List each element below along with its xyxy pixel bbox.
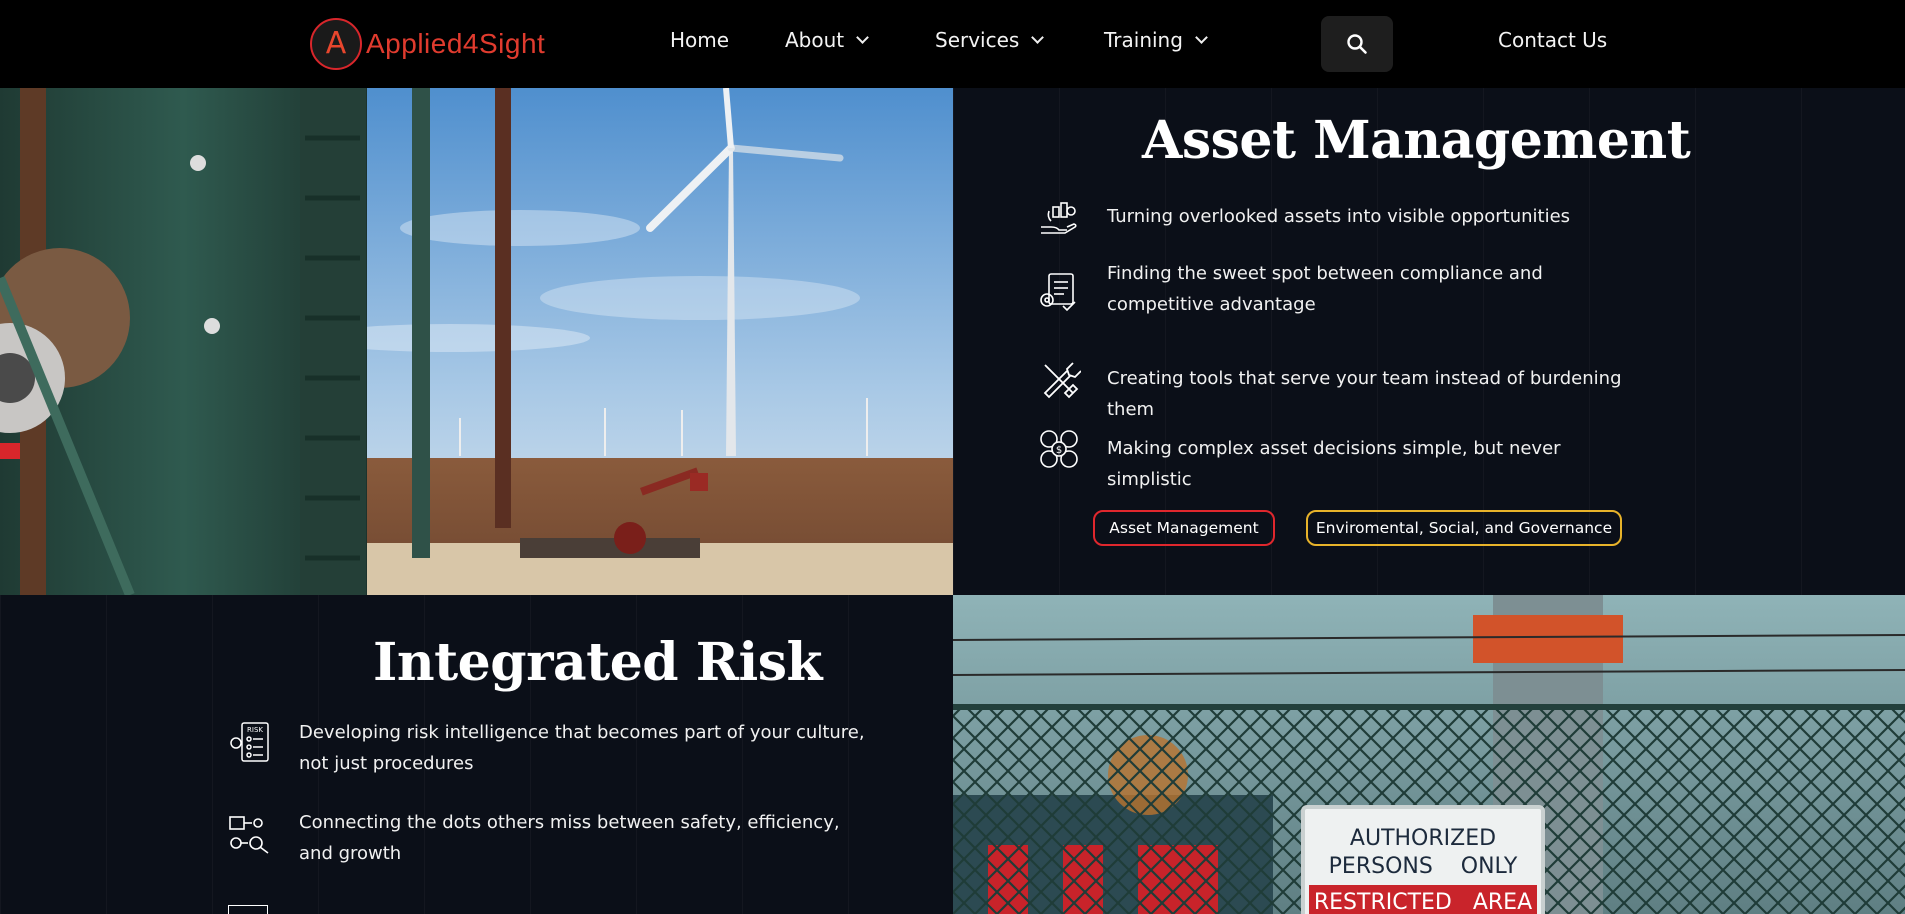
chevron-down-icon xyxy=(1031,30,1045,44)
asset-feature-text: Making complex asset decisions simple, b… xyxy=(1107,438,1561,490)
connected-nodes-icon xyxy=(229,816,269,854)
svg-text:RISK: RISK xyxy=(247,726,263,734)
asset-feature-item: Finding the sweet spot between complianc… xyxy=(1037,263,1617,320)
asset-management-title: Asset Management xyxy=(1142,110,1691,171)
hand-assets-icon xyxy=(1041,202,1077,234)
esg-tag-button[interactable]: Enviromental, Social, and Governance xyxy=(1306,510,1622,546)
asset-feature-text: Turning overlooked assets into visible o… xyxy=(1107,206,1571,227)
chevron-down-icon xyxy=(856,30,870,44)
decision-money-icon: $ xyxy=(1040,430,1078,468)
risk-feature-text: Developing risk intelligence that become… xyxy=(299,722,865,774)
risk-feature-item: Connecting the dots others miss between … xyxy=(228,812,868,869)
brand-name: Applied4Sight xyxy=(366,28,546,59)
sign-restricted-area-text: RESTRICTED AREA xyxy=(1314,890,1532,914)
nav-home-label: Home xyxy=(670,28,730,52)
nav-training-menu[interactable]: Training xyxy=(1104,28,1208,52)
asset-feature-item: Creating tools that serve your team inst… xyxy=(1037,357,1637,425)
chevron-down-icon xyxy=(1195,30,1208,44)
sign-authorized-text: AUTHORIZED xyxy=(1350,826,1496,851)
asset-feature-item: $ Making complex asset decisions simple,… xyxy=(1037,427,1637,495)
restricted-area-fence-photo: AUTHORIZED PERSONS ONLY RESTRICTED AREA xyxy=(953,595,1905,914)
sign-persons-only-text: PERSONS ONLY xyxy=(1329,854,1518,879)
search-button[interactable] xyxy=(1321,16,1393,72)
risk-feature-text: Connecting the dots others miss between … xyxy=(299,812,840,864)
risk-report-icon: RISK xyxy=(230,722,269,762)
asset-feature-text: Creating tools that serve your team inst… xyxy=(1107,368,1622,420)
asset-feature-text: Finding the sweet spot between complianc… xyxy=(1107,263,1543,315)
integrated-risk-section: Integrated Risk RISK Developing risk int… xyxy=(0,595,953,914)
logo-letter: A xyxy=(325,26,347,61)
nav-contact-link[interactable]: Contact Us xyxy=(1498,28,1607,52)
compliance-document-icon xyxy=(1040,273,1076,312)
search-icon xyxy=(1347,34,1367,54)
nav-services-label: Services xyxy=(935,28,1020,52)
partial-feature-icon xyxy=(228,905,268,914)
asset-feature-item: Turning overlooked assets into visible o… xyxy=(1037,197,1597,241)
nav-services-menu[interactable]: Services xyxy=(935,28,1045,52)
nav-training-label: Training xyxy=(1104,28,1183,52)
svg-text:$: $ xyxy=(1056,445,1062,456)
integrated-risk-title: Integrated Risk xyxy=(373,632,823,693)
brand-logo[interactable]: A Applied4Sight xyxy=(310,18,545,70)
nav-about-label: About xyxy=(785,28,845,52)
tools-wrench-screwdriver-icon xyxy=(1043,362,1081,399)
nav-contact-label: Contact Us xyxy=(1498,28,1608,52)
asset-management-tag-button[interactable]: Asset Management xyxy=(1093,510,1275,546)
nav-home-link[interactable]: Home xyxy=(670,28,729,52)
nav-about-menu[interactable]: About xyxy=(785,28,870,52)
logo-mark-icon: A xyxy=(310,18,362,70)
asset-management-section: Asset Management Turning overlooked asse… xyxy=(953,88,1905,595)
top-navigation-bar: A Applied4Sight Home About Services Trai… xyxy=(0,0,1905,88)
industrial-pipes-and-wind-turbine-photo xyxy=(0,88,953,595)
risk-feature-item: RISK Developing risk intelligence that b… xyxy=(228,721,868,779)
